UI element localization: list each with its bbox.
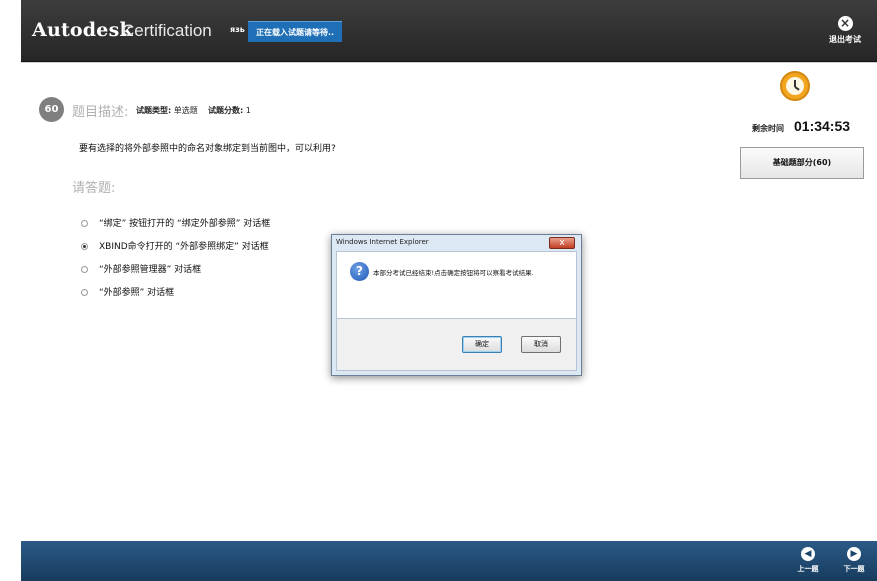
dialog-title: Windows Internet Explorer <box>336 238 429 246</box>
exit-exam-label: 退出考试 <box>829 35 861 44</box>
chevron-left-icon: ◀ <box>801 547 815 561</box>
exit-exam-button[interactable]: × 退出考试 <box>825 16 865 45</box>
next-question-button[interactable]: ▶ 下一题 <box>839 547 869 574</box>
ok-button[interactable]: 确定 <box>462 336 502 353</box>
answer-option-label: “绑定” 按钮打开的 “绑定外部参照” 对话框 <box>99 219 271 229</box>
remaining-time-value: 01:34:53 <box>794 118 851 134</box>
exam-window: Autodesk Certification язь 正在载入试题请等待.. ×… <box>0 0 877 581</box>
radio-button[interactable] <box>81 220 88 227</box>
cancel-button[interactable]: 取消 <box>521 336 561 353</box>
question-text: 要有选择的将外部参照中的命名对象绑定到当前图中，可以利用? <box>79 144 336 154</box>
dialog-close-button[interactable]: x <box>549 237 575 249</box>
close-circle-icon: × <box>837 16 853 31</box>
dialog-message: 本部分考试已经结束!点击确定按钮将可以察看考试结果. <box>373 269 534 277</box>
question-icon: ? <box>350 262 369 281</box>
answer-option-label: “外部参照” 对话框 <box>99 288 175 298</box>
question-score: 试题分数: 1 <box>208 105 251 116</box>
radio-button-selected[interactable] <box>81 243 88 250</box>
product-name: Certification <box>122 21 212 40</box>
left-margin <box>0 0 21 581</box>
ie-message-dialog: Windows Internet Explorer x ? 本部分考试已经结束!… <box>331 234 582 376</box>
question-number-badge: 60 <box>39 97 64 122</box>
answer-label: 请答题: <box>72 181 116 196</box>
radio-button[interactable] <box>81 289 88 296</box>
question-score-value: 1 <box>245 106 251 115</box>
question-type: 试题类型: 单选题 <box>136 105 198 116</box>
answer-option-3[interactable]: “外部参照管理器” 对话框 <box>81 262 201 275</box>
footer-nav-bar: ◀ 上一题 ▶ 下一题 <box>21 541 877 581</box>
question-description-label: 题目描述: <box>72 105 129 120</box>
previous-question-button[interactable]: ◀ 上一题 <box>793 547 823 574</box>
answer-option-label: “外部参照管理器” 对话框 <box>99 265 202 275</box>
next-question-label: 下一题 <box>843 565 865 573</box>
loading-status: 正在载入试题请等待.. <box>248 21 343 42</box>
question-type-label: 试题类型: <box>136 106 172 115</box>
question-score-label: 试题分数: <box>208 106 244 115</box>
radio-button[interactable] <box>81 266 88 273</box>
clock-icon <box>780 71 810 101</box>
answer-option-label: XBIND命令打开的 “外部参照绑定” 对话框 <box>99 242 269 252</box>
section-button[interactable]: 基础题部分(60) <box>740 147 864 179</box>
question-type-value: 单选题 <box>173 106 198 115</box>
answer-option-1[interactable]: “绑定” 按钮打开的 “绑定外部参照” 对话框 <box>81 216 270 229</box>
header-bar: Autodesk Certification язь 正在载入试题请等待.. ×… <box>21 0 877 62</box>
dialog-body <box>336 251 577 319</box>
previous-question-label: 上一题 <box>797 565 819 573</box>
remaining-time-label: 剩余时间 <box>752 124 784 133</box>
language-indicator: язь <box>230 25 245 34</box>
chevron-right-icon: ▶ <box>847 547 861 561</box>
answer-option-2[interactable]: XBIND命令打开的 “外部参照绑定” 对话框 <box>81 239 269 252</box>
answer-option-4[interactable]: “外部参照” 对话框 <box>81 285 174 298</box>
brand-name: Autodesk <box>32 19 133 41</box>
